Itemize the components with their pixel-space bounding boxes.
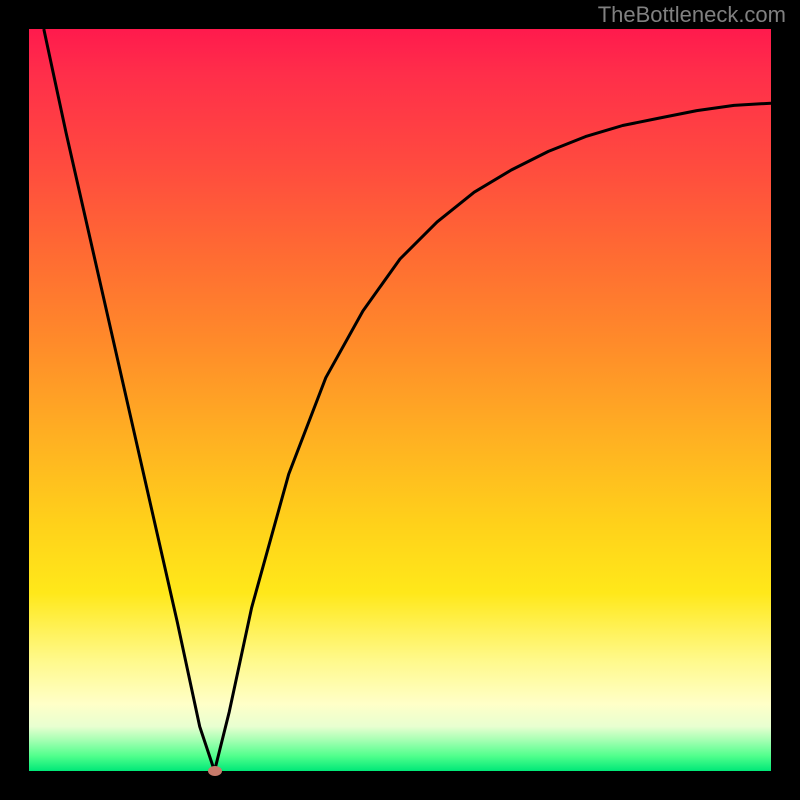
optimal-point-marker	[208, 766, 222, 776]
chart-frame: TheBottleneck.com	[0, 0, 800, 800]
watermark-text: TheBottleneck.com	[598, 2, 786, 28]
plot-area	[29, 29, 771, 771]
bottleneck-curve	[29, 29, 771, 771]
